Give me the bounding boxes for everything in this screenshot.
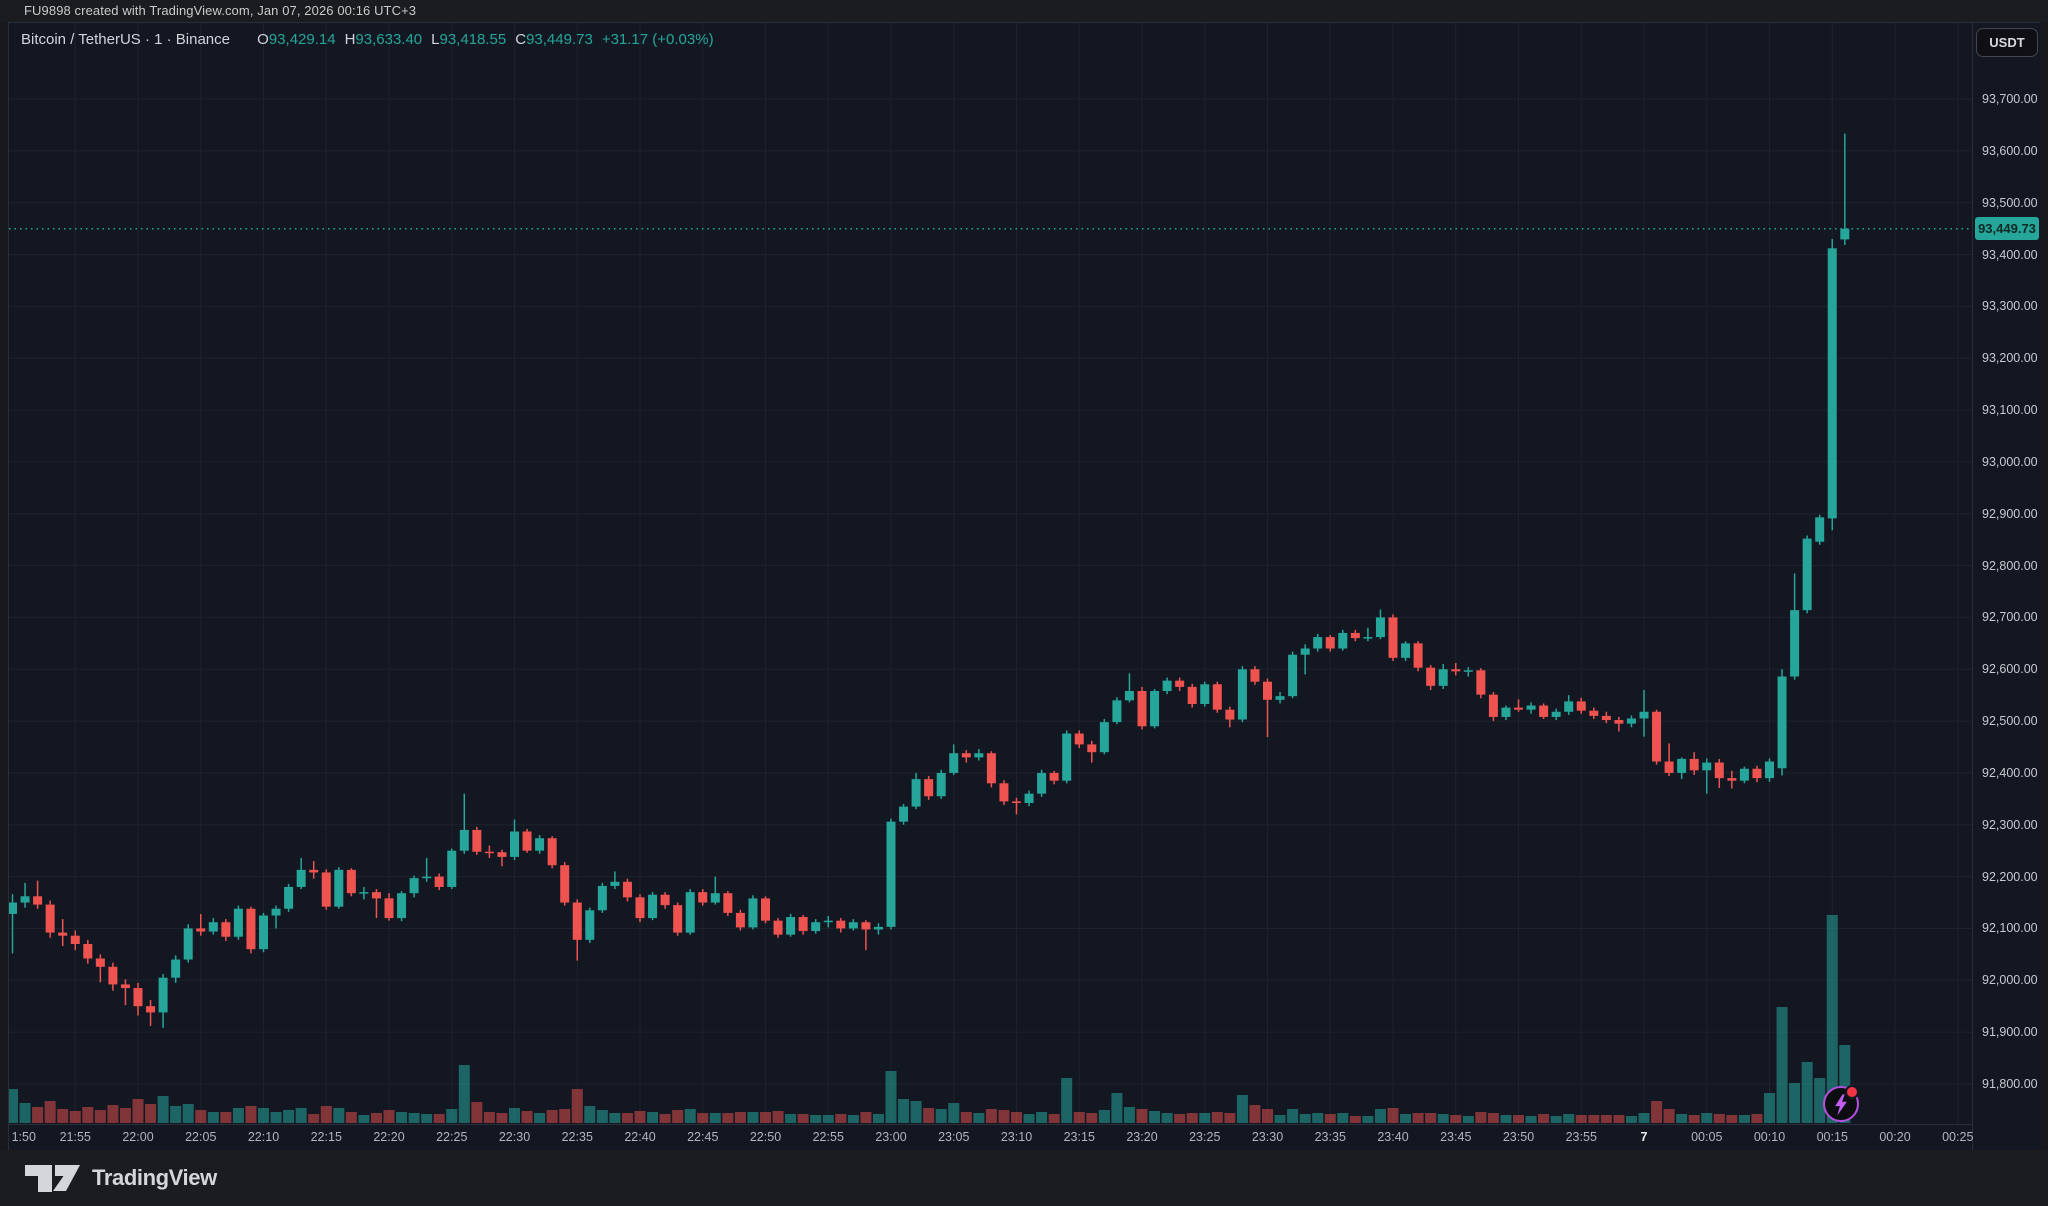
symbol-description[interactable]: Bitcoin / TetherUS · 1 · Binance <box>21 31 230 48</box>
time-tick-label: 22:35 <box>562 1130 593 1144</box>
tradingview-logo[interactable]: TradingView <box>24 1163 217 1193</box>
tradingview-snapshot: FU9898 created with TradingView.com, Jan… <box>0 0 2048 1206</box>
symbol-legend: Bitcoin / TetherUS · 1 · Binance O93,429… <box>21 31 714 51</box>
price-tick-label: 92,900.00 <box>1982 506 2038 522</box>
ohlc-readout: O93,429.14 H93,633.40 L93,418.55 C93,449.73… <box>248 31 713 48</box>
notification-dot <box>1845 1085 1859 1099</box>
time-tick-label: 00:10 <box>1754 1130 1785 1144</box>
price-tick-label: 93,200.00 <box>1982 350 2038 366</box>
price-tick-label: 92,800.00 <box>1982 558 2038 574</box>
price-tick-label: 92,000.00 <box>1982 972 2038 988</box>
price-tick-label: 92,200.00 <box>1982 869 2038 885</box>
time-tick-label: 00:05 <box>1691 1130 1722 1144</box>
time-tick-label: 22:00 <box>122 1130 153 1144</box>
low-label: L <box>431 31 439 48</box>
low-value: 93,418.55 <box>440 31 507 48</box>
snapshot-info-bar: FU9898 created with TradingView.com, Jan… <box>0 0 2048 22</box>
time-tick-label: 1:50 <box>12 1130 36 1144</box>
tradingview-logo-icon <box>24 1164 82 1192</box>
time-tick-label: 22:10 <box>248 1130 279 1144</box>
snapshot-info-text: FU9898 created with TradingView.com, Jan… <box>24 3 416 18</box>
time-tick-label: 22:55 <box>813 1130 844 1144</box>
time-tick-label: 22:45 <box>687 1130 718 1144</box>
time-tick-label: 23:10 <box>1001 1130 1032 1144</box>
high-label: H <box>345 31 356 48</box>
time-tick-label: 21:55 <box>60 1130 91 1144</box>
time-tick-label: 23:00 <box>875 1130 906 1144</box>
price-tick-label: 92,500.00 <box>1982 713 2038 729</box>
time-tick-label: 22:50 <box>750 1130 781 1144</box>
time-tick-label: 00:20 <box>1879 1130 1910 1144</box>
time-tick-label: 22:15 <box>311 1130 342 1144</box>
time-tick-label: 23:25 <box>1189 1130 1220 1144</box>
currency-toggle-button[interactable]: USDT <box>1976 28 2038 57</box>
time-tick-label: 23:15 <box>1064 1130 1095 1144</box>
tradingview-logo-text: TradingView <box>92 1165 217 1191</box>
price-tick-label: 92,700.00 <box>1982 609 2038 625</box>
close-label: C <box>515 31 526 48</box>
high-value: 93,633.40 <box>355 31 422 48</box>
time-tick-label: 22:25 <box>436 1130 467 1144</box>
time-tick-label: 23:45 <box>1440 1130 1471 1144</box>
time-tick-label: 23:40 <box>1377 1130 1408 1144</box>
price-tick-label: 92,400.00 <box>1982 765 2038 781</box>
change-value: +31.17 (+0.03%) <box>602 31 714 48</box>
time-tick-label: 22:20 <box>373 1130 404 1144</box>
time-tick-label: 23:55 <box>1566 1130 1597 1144</box>
price-tick-label: 93,000.00 <box>1982 454 2038 470</box>
price-tick-label: 93,500.00 <box>1982 195 2038 211</box>
close-value: 93,449.73 <box>526 31 593 48</box>
price-tick-label: 93,400.00 <box>1982 247 2038 263</box>
time-tick-label: 23:35 <box>1315 1130 1346 1144</box>
price-tick-label: 93,100.00 <box>1982 402 2038 418</box>
time-tick-label: 23:30 <box>1252 1130 1283 1144</box>
price-tick-label: 91,900.00 <box>1982 1024 2038 1040</box>
time-tick-label: 22:30 <box>499 1130 530 1144</box>
open-label: O <box>257 31 269 48</box>
time-tick-label: 23:50 <box>1503 1130 1534 1144</box>
time-tick-label: 00:15 <box>1817 1130 1848 1144</box>
time-tick-label: 00:25 <box>1942 1130 1973 1144</box>
candlestick-plot[interactable] <box>9 23 1972 1124</box>
price-tick-label: 92,600.00 <box>1982 661 2038 677</box>
time-tick-label: 7 <box>1641 1130 1648 1144</box>
price-tick-label: 93,300.00 <box>1982 298 2038 314</box>
time-tick-label: 22:05 <box>185 1130 216 1144</box>
time-tick-label: 23:20 <box>1126 1130 1157 1144</box>
open-value: 93,429.14 <box>269 31 336 48</box>
bottom-bar: TradingView <box>0 1150 2048 1206</box>
time-tick-label: 22:40 <box>624 1130 655 1144</box>
time-tick-label: 23:05 <box>938 1130 969 1144</box>
price-tick-label: 91,800.00 <box>1982 1076 2038 1092</box>
time-axis[interactable]: 1:50 21:55 22:00 22:05 22:10 22:15 22:20 22:25 2… <box>9 1124 1972 1151</box>
chart-panel: Bitcoin / TetherUS · 1 · Binance O93,429… <box>8 22 2040 1150</box>
price-axis[interactable]: USDT 93,449.73 93,700.00 93,600.00 93,500.… <box>1972 23 2041 1150</box>
price-tick-label: 92,300.00 <box>1982 817 2038 833</box>
last-price-label: 93,449.73 <box>1975 217 2039 240</box>
flash-boost-button[interactable] <box>1823 1086 1859 1122</box>
price-tick-label: 92,100.00 <box>1982 920 2038 936</box>
price-tick-label: 93,700.00 <box>1982 91 2038 107</box>
price-tick-label: 93,600.00 <box>1982 143 2038 159</box>
